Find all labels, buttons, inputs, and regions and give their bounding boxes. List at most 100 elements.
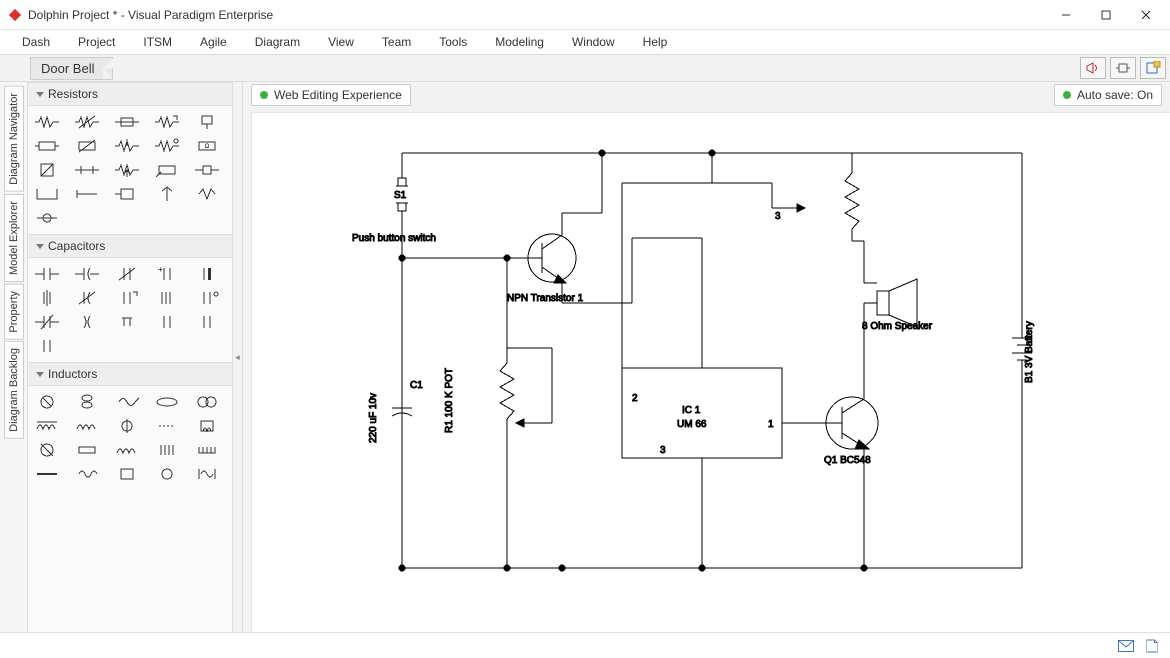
svg-text:UM 66: UM 66 bbox=[677, 419, 707, 430]
shape-resistor[interactable] bbox=[152, 112, 182, 132]
shape-inductor[interactable] bbox=[72, 416, 102, 436]
shape-resistor[interactable] bbox=[72, 184, 102, 204]
palette-section-resistors[interactable]: Resistors bbox=[28, 82, 232, 106]
shape-capacitor[interactable] bbox=[72, 312, 102, 332]
shape-capacitor[interactable] bbox=[112, 312, 142, 332]
shape-capacitor[interactable] bbox=[112, 264, 142, 284]
left-tab-model-explorer[interactable]: Model Explorer bbox=[4, 194, 24, 282]
shape-resistor[interactable] bbox=[72, 160, 102, 180]
breadcrumb[interactable]: Door Bell bbox=[30, 57, 113, 80]
shape-inductor[interactable] bbox=[192, 464, 222, 484]
shape-resistor[interactable]: Ω bbox=[192, 136, 222, 156]
shape-inductor[interactable] bbox=[72, 464, 102, 484]
shape-inductor[interactable] bbox=[72, 440, 102, 460]
shape-inductor[interactable] bbox=[32, 392, 62, 412]
menu-tools[interactable]: Tools bbox=[425, 31, 481, 53]
shape-capacitor[interactable] bbox=[72, 288, 102, 308]
shape-resistor[interactable] bbox=[112, 160, 142, 180]
app-logo-icon bbox=[8, 8, 22, 22]
shape-resistor[interactable] bbox=[32, 184, 62, 204]
shape-capacitor[interactable] bbox=[32, 288, 62, 308]
menu-view[interactable]: View bbox=[314, 31, 368, 53]
mail-icon[interactable] bbox=[1118, 639, 1134, 653]
shape-capacitor[interactable] bbox=[32, 264, 62, 284]
shape-inductor[interactable] bbox=[192, 416, 222, 436]
new-diagram-icon[interactable] bbox=[1140, 57, 1166, 79]
menu-window[interactable]: Window bbox=[558, 31, 629, 53]
shape-resistor[interactable] bbox=[32, 160, 62, 180]
left-tab-property[interactable]: Property bbox=[4, 284, 24, 340]
shape-capacitor[interactable] bbox=[32, 312, 62, 332]
shape-inductor[interactable] bbox=[32, 464, 62, 484]
shape-inductor[interactable] bbox=[112, 392, 142, 412]
panel-splitter[interactable] bbox=[233, 82, 243, 632]
left-tab-diagram-backlog[interactable]: Diagram Backlog bbox=[4, 341, 24, 439]
shape-resistor[interactable] bbox=[112, 184, 142, 204]
shape-resistor[interactable] bbox=[152, 184, 182, 204]
svg-text:220 uF 10v: 220 uF 10v bbox=[368, 393, 379, 443]
shape-resistor[interactable] bbox=[32, 112, 62, 132]
shape-capacitor[interactable] bbox=[32, 336, 62, 356]
shape-capacitor[interactable] bbox=[192, 288, 222, 308]
shape-resistor[interactable] bbox=[72, 112, 102, 132]
menu-diagram[interactable]: Diagram bbox=[241, 31, 314, 53]
shape-inductor[interactable] bbox=[192, 392, 222, 412]
shape-inductor[interactable] bbox=[112, 440, 142, 460]
shape-resistor[interactable] bbox=[192, 184, 222, 204]
menu-modeling[interactable]: Modeling bbox=[481, 31, 558, 53]
shape-inductor[interactable] bbox=[112, 416, 142, 436]
shape-resistor[interactable] bbox=[32, 208, 62, 228]
shape-inductor[interactable] bbox=[72, 392, 102, 412]
shape-inductor[interactable] bbox=[152, 416, 182, 436]
svg-text:B1 3V Battery: B1 3V Battery bbox=[1024, 321, 1035, 383]
menu-help[interactable]: Help bbox=[629, 31, 682, 53]
web-editing-pill[interactable]: Web Editing Experience bbox=[251, 84, 411, 106]
shape-inductor[interactable] bbox=[152, 440, 182, 460]
shape-inductor[interactable] bbox=[152, 464, 182, 484]
menu-itsm[interactable]: ITSM bbox=[129, 31, 186, 53]
canvas-scroll[interactable]: S1 Push button switch bbox=[243, 108, 1170, 632]
shape-capacitor[interactable]: + bbox=[152, 264, 182, 284]
shape-capacitor[interactable] bbox=[72, 264, 102, 284]
autosave-pill[interactable]: Auto save: On bbox=[1054, 84, 1162, 106]
shape-resistor[interactable] bbox=[152, 160, 182, 180]
shape-resistor[interactable] bbox=[112, 136, 142, 156]
shape-inductor[interactable] bbox=[152, 392, 182, 412]
announce-icon[interactable] bbox=[1080, 57, 1106, 79]
shape-resistor[interactable] bbox=[72, 136, 102, 156]
left-tab-diagram-navigator[interactable]: Diagram Navigator bbox=[4, 86, 24, 192]
shape-resistor[interactable] bbox=[192, 160, 222, 180]
shape-capacitor[interactable] bbox=[152, 312, 182, 332]
shape-capacitor[interactable] bbox=[112, 288, 142, 308]
shape-capacitor[interactable] bbox=[192, 264, 222, 284]
menu-dash[interactable]: Dash bbox=[8, 31, 64, 53]
shape-capacitor[interactable] bbox=[152, 288, 182, 308]
shape-inductor[interactable] bbox=[192, 440, 222, 460]
svg-text:NPN Transistor 1: NPN Transistor 1 bbox=[507, 293, 584, 304]
shape-inductor[interactable] bbox=[32, 440, 62, 460]
status-dot-icon bbox=[260, 91, 268, 99]
shape-resistor[interactable] bbox=[32, 136, 62, 156]
shape-resistor[interactable] bbox=[152, 136, 182, 156]
close-button[interactable] bbox=[1126, 1, 1166, 29]
menu-agile[interactable]: Agile bbox=[186, 31, 241, 53]
maximize-button[interactable] bbox=[1086, 1, 1126, 29]
status-dot-icon bbox=[1063, 91, 1071, 99]
svg-text:3: 3 bbox=[660, 445, 666, 456]
shape-inductor[interactable] bbox=[112, 464, 142, 484]
shape-resistor[interactable] bbox=[112, 112, 142, 132]
shape-resistor[interactable] bbox=[192, 112, 222, 132]
svg-text:1: 1 bbox=[768, 419, 774, 430]
menu-project[interactable]: Project bbox=[64, 31, 129, 53]
note-icon[interactable] bbox=[1144, 639, 1160, 653]
minimize-button[interactable] bbox=[1046, 1, 1086, 29]
fit-width-icon[interactable] bbox=[1110, 57, 1136, 79]
breadcrumb-bar: Door Bell bbox=[0, 54, 1170, 82]
palette-section-inductors[interactable]: Inductors bbox=[28, 362, 232, 386]
left-tab-strip: Diagram Navigator Model Explorer Propert… bbox=[0, 82, 28, 632]
shape-inductor[interactable] bbox=[32, 416, 62, 436]
palette-section-capacitors[interactable]: Capacitors bbox=[28, 234, 232, 258]
diagram-canvas[interactable]: S1 Push button switch bbox=[251, 112, 1170, 632]
shape-capacitor[interactable] bbox=[192, 312, 222, 332]
menu-team[interactable]: Team bbox=[368, 31, 425, 53]
